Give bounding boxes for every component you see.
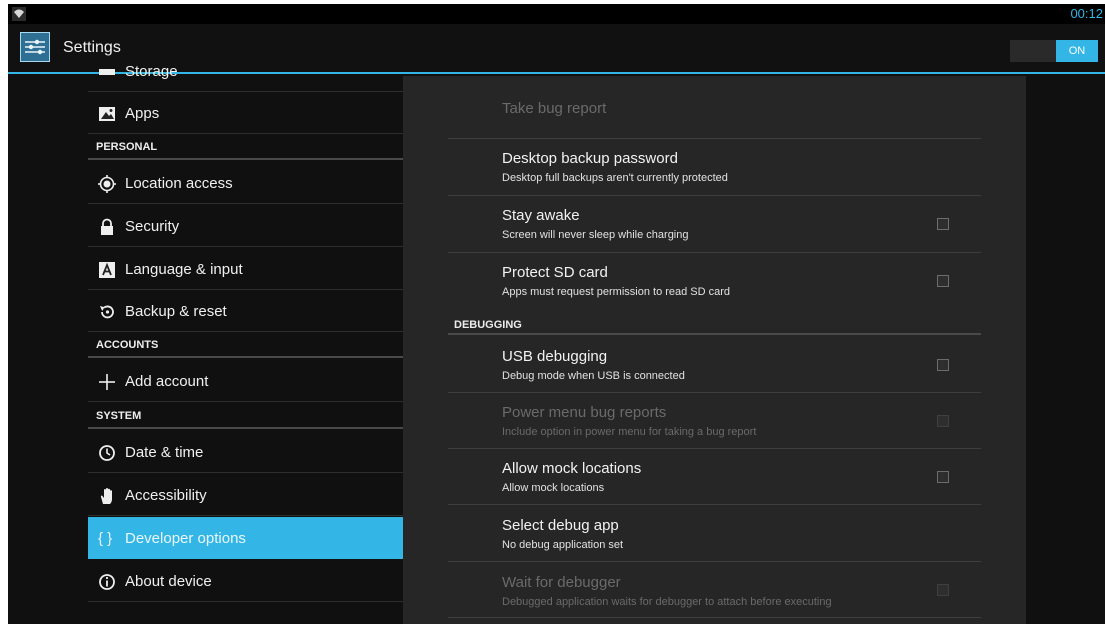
nav-header-personal: PERSONAL [88,138,403,160]
pref-usb-debugging[interactable]: USB debugging Debug mode when USB is con… [448,337,981,393]
wait-for-debugger-checkbox[interactable] [937,584,949,596]
settings-sliders-icon[interactable] [20,32,50,62]
nav-item-location[interactable]: Location access [88,162,403,204]
pref-title: Select debug app [502,517,619,534]
pref-title: Desktop backup password [502,150,678,167]
nav-item-developer-options[interactable]: { } Developer options [88,517,403,559]
pref-summary: Debugged application waits for debugger … [502,596,832,608]
nav-item-label: Accessibility [125,487,207,504]
nav-item-label: Security [125,218,180,235]
android-screen: 00:12 Settings ON Storage Apps PERSONAL … [8,4,1105,624]
hand-icon [100,488,112,504]
pref-summary: Screen will never sleep while charging [502,229,689,241]
clock-icon [99,445,115,461]
settings-headers-list[interactable]: Storage Apps PERSONAL Location access Se… [88,63,403,624]
pref-summary: Allow mock locations [502,482,605,494]
status-time: 00:12 [1070,6,1103,21]
nav-item-apps[interactable]: Apps [88,92,403,134]
pref-title: Take bug report [502,100,607,117]
status-bar: 00:12 [8,4,1105,24]
nav-item-label: Backup & reset [125,303,227,320]
pref-wait-for-debugger[interactable]: Wait for debugger Debugged application w… [448,562,981,618]
developer-options-toggle[interactable]: ON [1010,40,1098,62]
braces-icon: { } [98,530,113,547]
nav-item-backup[interactable]: Backup & reset [88,290,403,332]
pref-title: Allow mock locations [502,460,642,477]
nav-item-security[interactable]: Security [88,205,403,247]
pref-title: USB debugging [502,348,608,365]
nav-item-label: Add account [125,373,209,390]
section-header-debugging: DEBUGGING [448,313,981,335]
usb-debugging-checkbox[interactable] [937,359,949,371]
nav-item-accessibility[interactable]: Accessibility [88,474,403,516]
location-icon [98,175,116,193]
nav-item-add-account[interactable]: Add account [88,360,403,402]
nav-item-label: Apps [125,105,160,122]
pref-allow-mock-locations[interactable]: Allow mock locations Allow mock location… [448,449,981,505]
power-menu-bug-reports-checkbox[interactable] [937,415,949,427]
nav-item-label: About device [125,573,212,590]
info-icon [99,574,115,590]
pref-take-bug-report[interactable]: Take bug report [448,88,981,139]
pref-summary: Include option in power menu for taking … [502,426,757,438]
lock-icon [101,218,113,235]
nav-item-storage[interactable]: Storage [88,50,403,92]
pref-title: Wait for debugger [502,574,621,591]
nav-header-system: SYSTEM [88,407,403,429]
toggle-thumb: ON [1056,40,1098,62]
nav-item-label: Storage [125,63,178,80]
nav-item-about[interactable]: About device [88,560,403,602]
developer-options-pane[interactable]: Take bug report Desktop backup password … [403,76,1026,624]
nav-item-label: Developer options [125,530,246,547]
nav-header-accounts: ACCOUNTS [88,336,403,358]
nav-item-date-time[interactable]: Date & time [88,431,403,473]
nav-item-label: Date & time [125,444,204,461]
pref-title: Stay awake [502,207,580,224]
pref-title: Power menu bug reports [502,404,667,421]
plus-icon [99,374,115,390]
pref-protect-sd-card[interactable]: Protect SD card Apps must request permis… [448,253,981,305]
wifi-icon [12,7,26,21]
nav-item-language[interactable]: Language & input [88,248,403,290]
pref-power-menu-bug-reports[interactable]: Power menu bug reports Include option in… [448,393,981,449]
stay-awake-checkbox[interactable] [937,218,949,230]
pref-summary: Apps must request permission to read SD … [502,286,731,298]
pref-summary: Desktop full backups aren't currently pr… [502,172,728,184]
nav-item-label: Location access [125,175,233,192]
pref-select-debug-app[interactable]: Select debug app No debug application se… [448,505,981,562]
section-header-label: DEBUGGING [454,319,522,331]
nav-header-label: ACCOUNTS [96,339,159,351]
allow-mock-locations-checkbox[interactable] [937,471,949,483]
pref-stay-awake[interactable]: Stay awake Screen will never sleep while… [448,196,981,253]
pref-summary: Debug mode when USB is connected [502,370,685,382]
nav-item-label: Language & input [125,261,243,278]
pref-title: Protect SD card [502,264,608,281]
backup-restore-icon [100,305,114,319]
storage-icon [99,69,115,75]
language-icon [99,262,115,278]
apps-icon [99,107,115,121]
pref-summary: No debug application set [502,539,624,551]
nav-header-label: SYSTEM [96,410,142,422]
protect-sd-card-checkbox[interactable] [937,275,949,287]
pref-desktop-backup-password[interactable]: Desktop backup password Desktop full bac… [448,139,981,196]
nav-header-label: PERSONAL [96,141,158,153]
